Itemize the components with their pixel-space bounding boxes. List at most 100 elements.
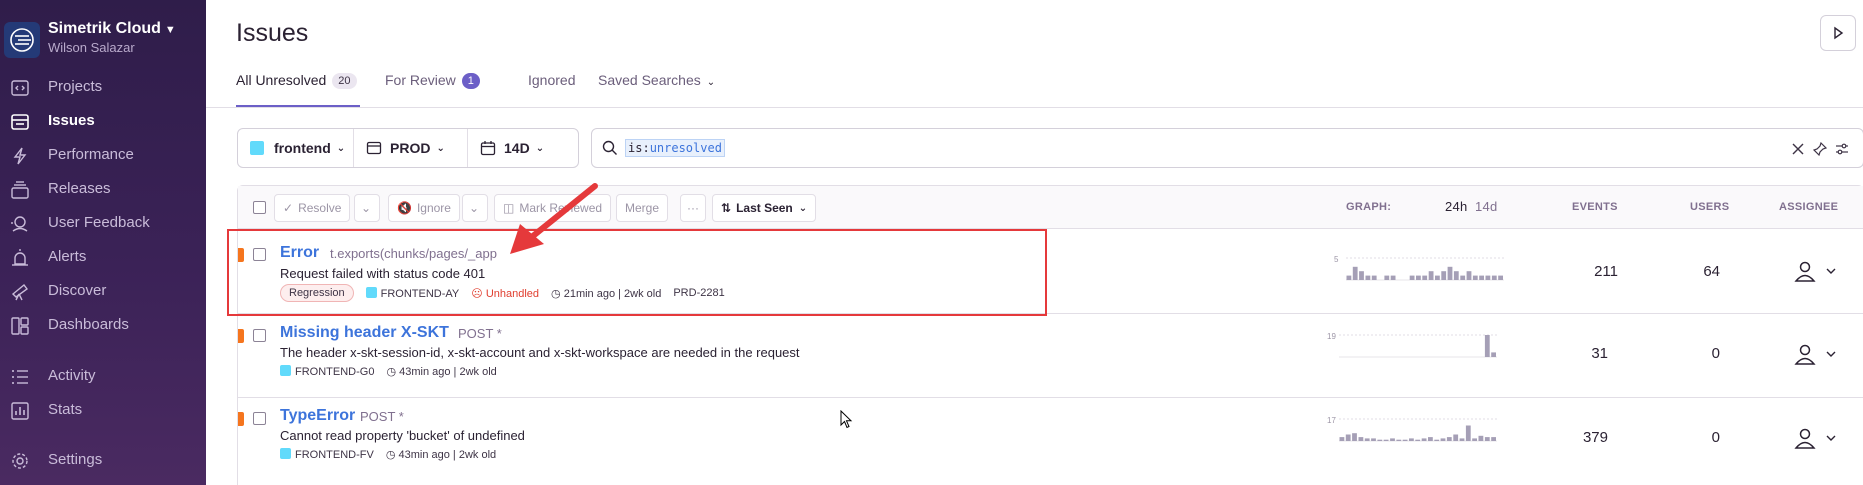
ignore-button[interactable]: 🔇 Ignore xyxy=(388,194,460,222)
ignore-dropdown[interactable]: ⌄ xyxy=(462,194,488,222)
window-icon xyxy=(366,141,382,155)
users-column-header: USERS xyxy=(1690,201,1730,213)
tab-for-review[interactable]: For Review 1 xyxy=(385,72,480,108)
sidebar-item-issues[interactable]: Issues xyxy=(0,106,206,136)
sparkline-bar xyxy=(1346,275,1352,280)
sparkline-bar xyxy=(1434,439,1440,441)
more-actions-button[interactable]: ··· xyxy=(680,194,706,222)
assignee-column-header: ASSIGNEE xyxy=(1779,201,1839,213)
sparkline-bar xyxy=(1384,275,1390,280)
table-header: ✓ Resolve ⌄ 🔇 Ignore ⌄ ◫ Mark Reviewed Merg… xyxy=(238,186,1863,229)
sparkline-bar xyxy=(1365,275,1371,280)
sidebar-item-alerts[interactable]: Alerts xyxy=(0,242,206,272)
issue-meta: FRONTEND-FV ◷ 43min ago | 2wk old xyxy=(280,448,496,461)
sidebar-item-stats[interactable]: Stats xyxy=(0,395,206,425)
react-icon xyxy=(280,365,291,376)
user-icon xyxy=(1794,261,1836,282)
chevron-down-icon: ⌄ xyxy=(469,201,480,215)
assignee-selector[interactable] xyxy=(1794,343,1844,367)
graph-14d-toggle[interactable]: 14d xyxy=(1475,199,1498,214)
sparkline-bar xyxy=(1460,275,1466,280)
sparkline-bar xyxy=(1358,437,1364,441)
tabs-divider xyxy=(206,107,1863,108)
sidebar-item-dashboards[interactable]: Dashboards xyxy=(0,310,206,340)
graph-24h-toggle[interactable]: 24h xyxy=(1445,199,1468,214)
chevron-down-icon: ⌄ xyxy=(798,202,808,214)
tab-saved-searches[interactable]: Saved Searches ⌄ xyxy=(598,72,715,108)
sparkline-bar xyxy=(1453,271,1459,280)
issue-title[interactable]: Missing header X-SKT xyxy=(280,324,449,342)
users-count: 64 xyxy=(1703,263,1720,280)
assignee-selector[interactable] xyxy=(1794,260,1844,284)
sort-dropdown[interactable]: ⇅ Last Seen ⌄ xyxy=(712,194,817,222)
row-checkbox[interactable] xyxy=(253,412,266,425)
sparkline-bar xyxy=(1498,275,1503,280)
play-icon xyxy=(1834,26,1844,40)
sparkline-bar xyxy=(1402,439,1408,441)
inbox-icon xyxy=(10,112,30,132)
sparkline-bar xyxy=(1485,275,1491,280)
sparkline-bar xyxy=(1352,266,1358,280)
sidebar-item-activity[interactable]: Activity xyxy=(0,361,206,391)
page-title: Issues xyxy=(236,19,309,47)
sidebar-item-user-feedback[interactable]: User Feedback xyxy=(0,208,206,238)
issue-title[interactable]: TypeError xyxy=(280,407,355,425)
sparkline-bar xyxy=(1484,437,1490,441)
list-icon xyxy=(10,367,30,387)
search-input[interactable]: is:unresolved xyxy=(591,128,1863,168)
pin-icon[interactable] xyxy=(1813,142,1827,156)
resolve-dropdown[interactable]: ⌄ xyxy=(354,194,380,222)
annotation-arrow xyxy=(510,183,598,254)
merge-button[interactable]: Merge xyxy=(616,194,669,222)
table-row[interactable]: TypeError POST * Cannot read property 'b… xyxy=(238,399,1863,485)
assignee-selector[interactable] xyxy=(1794,427,1844,451)
sparkline-bar xyxy=(1409,275,1415,280)
sort-icon: ⇅ xyxy=(721,201,732,215)
events-count: 379 xyxy=(1582,429,1608,446)
resolve-button[interactable]: ✓ Resolve xyxy=(274,194,351,222)
sidebar-item-performance[interactable]: Performance xyxy=(0,140,206,170)
sparkline-max-label: 17 xyxy=(1327,416,1336,425)
sparkline-bar xyxy=(1409,438,1414,441)
user-icon xyxy=(1794,344,1836,365)
search-token: is:unresolved xyxy=(625,139,725,157)
sidebar: Simetrik Cloud ▼ Wilson Salazar Projects … xyxy=(0,0,206,485)
project-filter[interactable]: frontend ⌄ xyxy=(250,129,345,167)
sidebar-item-discover[interactable]: Discover xyxy=(0,276,206,306)
sparkline-bar xyxy=(1421,438,1427,441)
sparkline-max-label: 5 xyxy=(1334,255,1339,264)
table-row[interactable]: Missing header X-SKT POST * The header x… xyxy=(238,315,1863,398)
bar-chart-icon xyxy=(10,401,30,421)
select-all-checkbox[interactable] xyxy=(253,201,266,214)
react-icon xyxy=(280,448,291,459)
user-name: Wilson Salazar xyxy=(48,40,135,55)
tab-ignored[interactable]: Ignored xyxy=(528,72,575,108)
sidebar-item-projects[interactable]: Projects xyxy=(0,72,206,102)
dashboard-icon xyxy=(10,316,30,336)
issue-meta: FRONTEND-G0 ◷ 43min ago | 2wk old xyxy=(280,365,497,378)
search-icon xyxy=(602,140,617,155)
project-short-id[interactable]: FRONTEND-G0 xyxy=(280,365,374,378)
date-filter[interactable]: 14D ⌄ xyxy=(480,129,544,167)
row-checkbox[interactable] xyxy=(253,329,266,342)
sparkline-bar xyxy=(1396,439,1402,441)
tab-all-unresolved[interactable]: All Unresolved 20 xyxy=(236,72,360,108)
chevron-down-icon: ⌄ xyxy=(535,142,545,154)
environment-filter[interactable]: PROD ⌄ xyxy=(366,129,445,167)
sparkline-max-label: 19 xyxy=(1327,332,1336,341)
chevron-down-icon: ⌄ xyxy=(336,142,346,154)
count-badge: 20 xyxy=(332,73,357,89)
sparkline-bar xyxy=(1352,433,1357,441)
play-button[interactable] xyxy=(1820,15,1856,51)
close-icon[interactable] xyxy=(1792,143,1804,155)
mouse-cursor-icon xyxy=(840,410,853,429)
sidebar-item-settings[interactable]: Settings xyxy=(0,445,206,475)
org-switcher[interactable]: Simetrik Cloud ▼ Wilson Salazar xyxy=(0,14,206,64)
project-short-id[interactable]: FRONTEND-FV xyxy=(280,448,374,461)
lightning-icon xyxy=(10,146,30,166)
sliders-icon[interactable] xyxy=(1835,142,1849,156)
chevron-down-icon: ⌄ xyxy=(361,201,372,215)
chevron-down-icon: ▼ xyxy=(164,24,176,36)
sparkline-bar xyxy=(1491,275,1497,280)
sidebar-item-releases[interactable]: Releases xyxy=(0,174,206,204)
